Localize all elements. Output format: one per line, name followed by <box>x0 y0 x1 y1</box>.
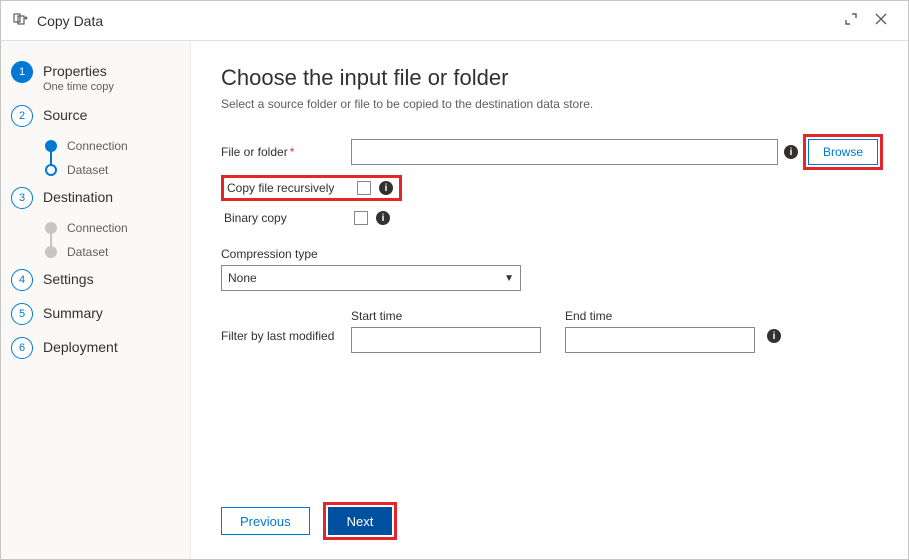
wizard-footer: Previous Next <box>221 487 878 535</box>
step-label: Deployment <box>43 339 118 355</box>
substep-dest-dataset[interactable]: Dataset <box>45 245 180 259</box>
step-settings[interactable]: 4 Settings <box>11 269 180 291</box>
end-time-column: End time <box>565 309 755 353</box>
main-content: Choose the input file or folder Select a… <box>191 41 908 559</box>
step-number-6: 6 <box>11 337 33 359</box>
compression-select[interactable]: None ▼ <box>221 265 521 291</box>
step-number-5: 5 <box>11 303 33 325</box>
step-sublabel: One time copy <box>43 81 114 93</box>
file-or-folder-label: File or folder* <box>221 145 351 159</box>
copy-recursive-row: Copy file recursively i <box>221 175 878 201</box>
substep-dot-icon <box>45 246 57 258</box>
copy-data-icon <box>13 11 29 30</box>
step-number-2: 2 <box>11 105 33 127</box>
step-label: Summary <box>43 305 103 321</box>
info-icon[interactable]: i <box>784 145 798 159</box>
step-destination[interactable]: 3 Destination <box>11 187 180 209</box>
copy-recursive-highlight: Copy file recursively i <box>221 175 402 201</box>
binary-copy-checkbox[interactable] <box>354 211 368 225</box>
step-label: Source <box>43 107 87 123</box>
step-number-1: 1 <box>11 61 33 83</box>
copy-recursive-label: Copy file recursively <box>227 181 337 195</box>
browse-button[interactable]: Browse <box>808 139 878 165</box>
step-source[interactable]: 2 Source <box>11 105 180 127</box>
step-label: Settings <box>43 271 94 287</box>
next-button[interactable]: Next <box>328 507 393 535</box>
file-or-folder-input[interactable] <box>351 139 778 165</box>
window-title: Copy Data <box>37 13 836 29</box>
step-number-3: 3 <box>11 187 33 209</box>
wizard-steps-sidebar: 1 Properties One time copy 2 Source Conn… <box>1 41 191 559</box>
step-deployment[interactable]: 6 Deployment <box>11 337 180 359</box>
titlebar: Copy Data <box>1 1 908 41</box>
page-title: Choose the input file or folder <box>221 65 878 91</box>
substep-dot-icon <box>45 164 57 176</box>
source-substeps: Connection Dataset <box>45 139 180 177</box>
step-label: Properties <box>43 63 114 79</box>
step-label: Destination <box>43 189 113 205</box>
binary-copy-label: Binary copy <box>224 211 334 225</box>
step-number-4: 4 <box>11 269 33 291</box>
filter-by-last-modified-row: Filter by last modified Start time End t… <box>221 309 878 353</box>
destination-substeps: Connection Dataset <box>45 221 180 259</box>
start-time-column: Start time <box>351 309 541 353</box>
required-indicator: * <box>290 145 295 159</box>
info-icon[interactable]: i <box>767 329 781 343</box>
compression-group: Compression type None ▼ <box>221 247 878 291</box>
chevron-down-icon: ▼ <box>504 273 514 284</box>
start-time-input[interactable] <box>351 327 541 353</box>
close-icon[interactable] <box>866 8 896 33</box>
info-icon[interactable]: i <box>376 211 390 225</box>
file-or-folder-row: File or folder* i Browse <box>221 139 878 165</box>
substep-dest-connection[interactable]: Connection <box>45 221 180 235</box>
compression-label: Compression type <box>221 247 878 261</box>
binary-copy-row: Binary copy i <box>224 207 878 229</box>
maximize-icon[interactable] <box>836 8 866 33</box>
end-time-label: End time <box>565 309 755 323</box>
info-icon[interactable]: i <box>379 181 393 195</box>
step-summary[interactable]: 5 Summary <box>11 303 180 325</box>
start-time-label: Start time <box>351 309 541 323</box>
compression-value: None <box>228 271 257 285</box>
previous-button[interactable]: Previous <box>221 507 310 535</box>
substep-source-connection[interactable]: Connection <box>45 139 180 153</box>
end-time-input[interactable] <box>565 327 755 353</box>
filter-label: Filter by last modified <box>221 309 351 343</box>
copy-recursive-checkbox[interactable] <box>357 181 371 195</box>
page-description: Select a source folder or file to be cop… <box>221 97 878 111</box>
substep-source-dataset[interactable]: Dataset <box>45 163 180 177</box>
step-properties[interactable]: 1 Properties One time copy <box>11 61 180 93</box>
